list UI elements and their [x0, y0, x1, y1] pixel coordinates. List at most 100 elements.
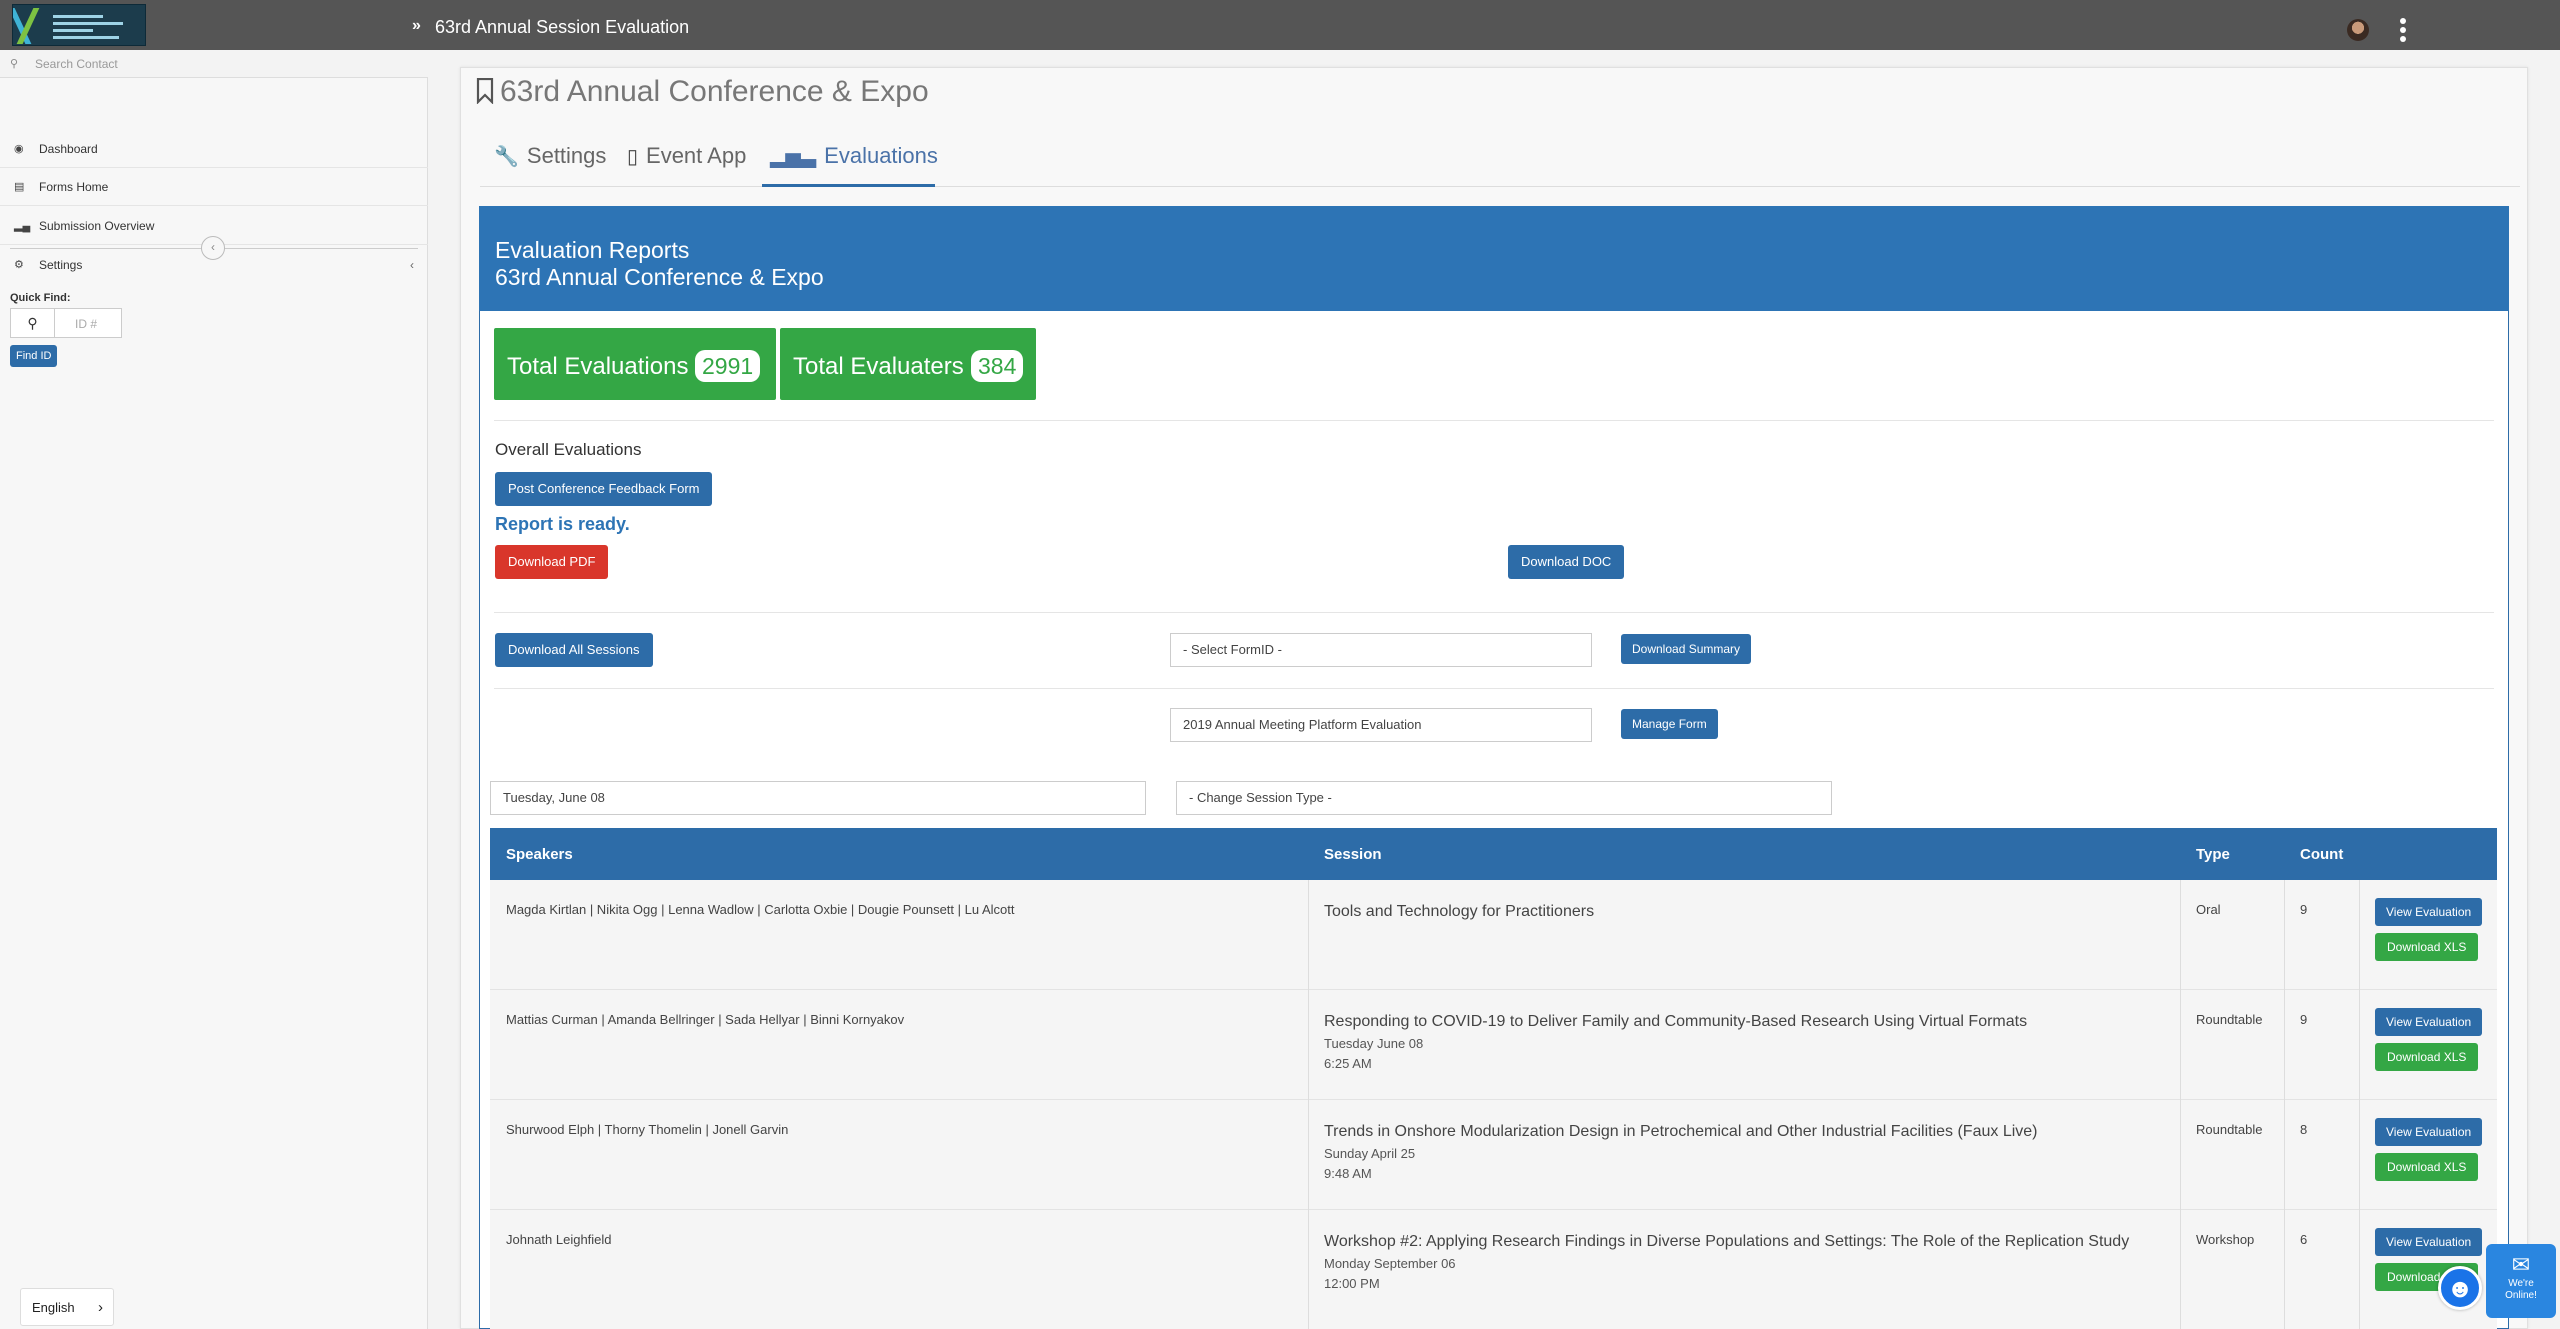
bookmark-icon	[476, 78, 494, 104]
tab-label: Settings	[526, 143, 607, 168]
organization-logo[interactable]	[12, 4, 146, 46]
type-cell: Roundtable	[2196, 1012, 2263, 1027]
sidebar-item-forms-home[interactable]: ▤ Forms Home	[0, 168, 428, 206]
total-evaluaters-stat: Total Evaluaters 384	[780, 328, 1036, 400]
column-speakers: Speakers	[506, 846, 573, 863]
date-select-dropdown[interactable]: Tuesday, June 08	[490, 781, 1146, 815]
speakers-cell: Shurwood Elph | Thorny Thomelin | Jonell…	[506, 1122, 789, 1137]
language-selector[interactable]: English ›	[20, 1288, 114, 1326]
sidebar: ⚲ Search Contact ◉ Dashboard ▤ Forms Hom…	[0, 50, 428, 1329]
id-placeholder: ID #	[75, 317, 98, 331]
count-cell: 6	[2300, 1232, 2308, 1247]
table-header: Speakers Session Type Count	[490, 828, 2497, 880]
session-type-dropdown[interactable]: - Change Session Type -	[1176, 781, 1832, 815]
type-cell: Oral	[2196, 902, 2221, 917]
quick-find-label: Quick Find:	[10, 292, 71, 304]
speakers-cell: Magda Kirtlan | Nikita Ogg | Lenna Wadlo…	[506, 902, 1015, 917]
divider	[494, 688, 2494, 689]
download-summary-button[interactable]: Download Summary	[1621, 634, 1752, 664]
form-name-field[interactable]: 2019 Annual Meeting Platform Evaluation	[1170, 708, 1592, 742]
speakers-cell: Johnath Leighfield	[506, 1232, 612, 1247]
column-type: Type	[2196, 846, 2230, 863]
session-date: Tuesday June 08	[1324, 1036, 1424, 1051]
sidebar-item-dashboard[interactable]: ◉ Dashboard	[0, 130, 428, 168]
view-evaluation-button[interactable]: View Evaluation	[2375, 1008, 2483, 1036]
user-avatar[interactable]	[2347, 19, 2369, 41]
download-xls-button[interactable]: Download XLS	[2375, 933, 2479, 961]
session-cell: Responding to COVID-19 to Deliver Family…	[1324, 1010, 2144, 1074]
column-divider	[2359, 880, 2360, 1329]
gears-icon: ⚙	[14, 259, 24, 271]
mobile-icon: ▯	[627, 146, 639, 168]
session-title: Responding to COVID-19 to Deliver Family…	[1324, 1013, 2028, 1030]
post-conference-feedback-form-button[interactable]: Post Conference Feedback Form	[495, 472, 713, 506]
sidebar-item-label: Settings	[39, 258, 83, 272]
tab-evaluations[interactable]: ▂▅▃ Evaluations	[762, 139, 938, 187]
search-icon[interactable]: ⚲	[11, 309, 55, 337]
chat-widget[interactable]: ✉ We're Online!	[2486, 1244, 2556, 1318]
overall-evaluations-label: Overall Evaluations	[495, 440, 642, 459]
sidebar-item-label: Forms Home	[39, 180, 109, 194]
total-evaluaters-badge: 384	[971, 350, 1024, 382]
total-evaluations-badge: 2991	[695, 350, 761, 382]
view-evaluation-button[interactable]: View Evaluation	[2375, 1118, 2483, 1146]
table-row: Johnath Leighfield Workshop #2: Applying…	[490, 1210, 2497, 1329]
tab-label: Evaluations	[824, 143, 938, 168]
tab-bar: 🔧 Settings ▯ Event App ▂▅▃ Evaluations	[480, 139, 2520, 187]
table-row: Shurwood Elph | Thorny Thomelin | Jonell…	[490, 1100, 2497, 1210]
report-ready-status: Report is ready.	[495, 514, 630, 534]
sidebar-item-label: Submission Overview	[39, 219, 155, 233]
download-all-sessions-button[interactable]: Download All Sessions	[495, 633, 653, 667]
event-title-text: 63rd Annual Conference & Expo	[500, 75, 929, 108]
tab-label: Event App	[646, 143, 747, 168]
quick-find-id-field[interactable]: ⚲ ID #	[10, 308, 122, 338]
forms-icon: ▤	[14, 181, 25, 193]
bar-chart-icon: ▂▄	[14, 220, 31, 232]
search-icon: ⚲	[10, 58, 19, 70]
total-evaluations-stat: Total Evaluations 2991	[494, 328, 776, 400]
chevron-left-icon: ‹	[410, 258, 414, 272]
stat-label: Total Evaluations	[507, 353, 689, 380]
session-date: Sunday April 25	[1324, 1146, 1416, 1161]
more-options-icon[interactable]	[2400, 18, 2408, 45]
view-evaluation-button[interactable]: View Evaluation	[2375, 1228, 2483, 1256]
breadcrumb-arrow-icon: »	[412, 17, 421, 34]
table-row: Mattias Curman | Amanda Bellringer | Sad…	[490, 990, 2497, 1100]
manage-form-button[interactable]: Manage Form	[1621, 709, 1718, 739]
sidebar-item-label: Dashboard	[39, 142, 98, 156]
download-pdf-button[interactable]: Download PDF	[495, 545, 609, 579]
chat-status-line1: We're	[2508, 1278, 2534, 1289]
chevron-right-icon: ›	[98, 1299, 103, 1316]
download-xls-button[interactable]: Download XLS	[2375, 1153, 2479, 1181]
count-cell: 9	[2300, 902, 2308, 917]
search-contact-placeholder: Search Contact	[35, 57, 118, 71]
select-formid-dropdown[interactable]: - Select FormID -	[1170, 633, 1592, 667]
session-date: Monday September 06	[1324, 1256, 1456, 1271]
session-time: 9:48 AM	[1324, 1166, 1372, 1181]
panel-title: Evaluation Reports	[495, 237, 690, 263]
search-contact-field[interactable]: ⚲ Search Contact	[0, 50, 428, 78]
view-evaluation-button[interactable]: View Evaluation	[2375, 898, 2483, 926]
event-title: 63rd Annual Conference & Expo	[476, 75, 929, 109]
download-xls-button[interactable]: Download XLS	[2375, 1043, 2479, 1071]
session-time: 12:00 PM	[1324, 1276, 1380, 1291]
type-cell: Workshop	[2196, 1232, 2255, 1247]
column-session: Session	[1324, 846, 1382, 863]
chat-bubble-icon: ✉	[2511, 1252, 2531, 1277]
find-id-button[interactable]: Find ID	[10, 345, 58, 367]
divider	[494, 612, 2494, 613]
tab-settings[interactable]: 🔧 Settings	[488, 139, 612, 187]
type-cell: Roundtable	[2196, 1122, 2263, 1137]
session-time: 6:25 AM	[1324, 1056, 1372, 1071]
collapse-sidebar-icon[interactable]: ‹	[201, 236, 225, 260]
column-divider	[2180, 880, 2181, 1329]
session-title: Workshop #2: Applying Research Findings …	[1324, 1233, 2130, 1250]
download-doc-button[interactable]: Download DOC	[1508, 545, 1625, 579]
page-title: 63rd Annual Session Evaluation	[435, 17, 690, 37]
bar-chart-icon: ▂▅▃	[770, 146, 817, 168]
accessibility-icon[interactable]: ☻	[2438, 1266, 2482, 1310]
count-cell: 9	[2300, 1012, 2308, 1027]
tab-event-app[interactable]: ▯ Event App	[621, 139, 752, 187]
session-title: Tools and Technology for Practitioners	[1324, 903, 1595, 920]
column-divider	[2284, 880, 2285, 1329]
